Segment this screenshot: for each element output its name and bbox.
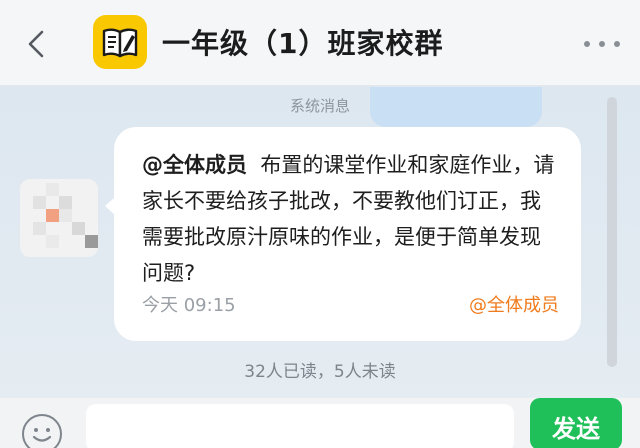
emoji-icon — [32, 428, 52, 442]
message-text: @全体成员 布置的课堂作业和家庭作业，请家长不要给孩子批改，不要教他们订正，我需… — [142, 147, 555, 291]
mention-all-members[interactable]: @全体成员 — [142, 153, 247, 177]
more-dots-icon — [584, 41, 590, 47]
more-dots-icon — [599, 41, 605, 47]
message-input[interactable] — [86, 404, 514, 448]
read-status[interactable]: 32人已读，5人未读 — [0, 357, 640, 382]
group-logo[interactable] — [93, 15, 147, 69]
send-button[interactable]: 发送 — [530, 398, 622, 448]
scrollbar[interactable] — [607, 97, 617, 367]
chat-header: 一年级（1）班家校群 — [0, 0, 640, 86]
group-title: 一年级（1）班家校群 — [162, 27, 444, 60]
emoji-button[interactable] — [22, 414, 62, 448]
more-button[interactable] — [580, 30, 624, 58]
chat-area[interactable]: 系统消息 @全体成员 布置的课堂作业和家庭作业，请家长不要给孩子批改，不要教他们… — [0, 87, 640, 398]
back-button[interactable] — [16, 22, 56, 66]
notebook-pencil-icon — [102, 28, 138, 58]
more-dots-icon — [614, 41, 620, 47]
message-bubble[interactable]: @全体成员 布置的课堂作业和家庭作业，请家长不要给孩子批改，不要教他们订正，我需… — [105, 127, 581, 341]
input-bar: 发送 — [0, 398, 640, 448]
chevron-left-icon — [28, 30, 44, 58]
system-message-label: 系统消息 — [289, 97, 350, 115]
message-time: 今天 09:15 — [142, 295, 236, 316]
mention-tag[interactable]: @全体成员 — [469, 291, 559, 317]
avatar[interactable] — [20, 179, 98, 257]
